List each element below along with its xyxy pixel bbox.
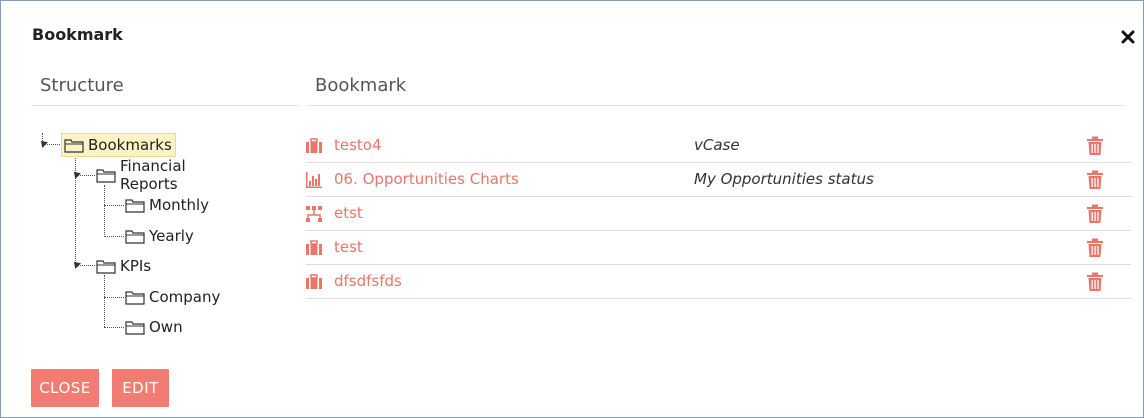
tree-node-yearly[interactable]: Yearly: [123, 225, 197, 247]
close-icon[interactable]: [1121, 30, 1135, 44]
divider: [307, 105, 1125, 106]
tree-node-bookmarks[interactable]: Bookmarks: [61, 133, 176, 157]
bookmark-dialog: Bookmark Structure Bookmark Bookmarks Fi…: [0, 0, 1144, 418]
bookmark-row: 06. Opportunities Charts My Opportunitie…: [306, 163, 1131, 197]
network-icon: [306, 206, 322, 222]
trash-icon[interactable]: [1086, 238, 1104, 258]
close-button[interactable]: CLOSE: [31, 369, 99, 407]
bookmark-row: etst: [306, 197, 1131, 231]
bar-chart-icon: [306, 172, 322, 188]
folder-icon: [64, 137, 84, 153]
divider: [31, 105, 299, 106]
tree-node-label: Company: [149, 288, 221, 306]
tree-node-own[interactable]: Own: [123, 316, 186, 338]
briefcase-icon: [306, 240, 322, 256]
edit-button[interactable]: EDIT: [112, 369, 169, 407]
tree-node-monthly[interactable]: Monthly: [123, 194, 212, 216]
bookmark-description: My Opportunities status: [694, 170, 874, 188]
tree-node-kpis[interactable]: KPIs: [94, 255, 154, 277]
bookmark-row: testo4 vCase: [306, 129, 1131, 163]
bookmark-link[interactable]: test: [334, 238, 363, 256]
tree-node-label: Monthly: [149, 196, 210, 214]
briefcase-icon: [306, 138, 322, 154]
tree-node-label: Own: [149, 318, 183, 336]
bookmark-link[interactable]: testo4: [334, 136, 382, 154]
tree-node-label: KPIs: [120, 257, 152, 275]
bookmark-row: test: [306, 231, 1131, 265]
bookmark-heading: Bookmark: [315, 75, 407, 96]
expand-arrow-icon[interactable]: [71, 169, 81, 179]
bookmark-link[interactable]: etst: [334, 204, 363, 222]
tree-node-label: Financial Reports: [120, 157, 186, 193]
briefcase-icon: [306, 274, 322, 290]
dialog-title: Bookmark: [32, 25, 123, 44]
trash-icon[interactable]: [1086, 204, 1104, 224]
folder-icon: [96, 167, 116, 183]
bookmark-row: dfsdfsfds: [306, 265, 1131, 299]
trash-icon[interactable]: [1086, 272, 1104, 292]
tree-node-financial-reports[interactable]: Financial Reports: [94, 157, 189, 193]
folder-icon: [125, 228, 145, 244]
tree-node-company[interactable]: Company: [123, 286, 223, 308]
tree-node-label: Bookmarks: [88, 136, 172, 154]
bookmark-description: vCase: [694, 136, 740, 154]
trash-icon[interactable]: [1086, 136, 1104, 156]
bookmark-link[interactable]: 06. Opportunities Charts: [334, 170, 519, 188]
bookmark-link[interactable]: dfsdfsfds: [334, 272, 402, 290]
folder-icon: [125, 319, 145, 335]
folder-icon: [96, 258, 116, 274]
folder-icon: [125, 197, 145, 213]
expand-arrow-icon[interactable]: [71, 259, 81, 269]
folder-icon: [125, 289, 145, 305]
trash-icon[interactable]: [1086, 170, 1104, 190]
tree-node-label: Yearly: [149, 227, 194, 245]
structure-heading: Structure: [40, 75, 124, 96]
expand-arrow-icon[interactable]: [38, 138, 48, 148]
